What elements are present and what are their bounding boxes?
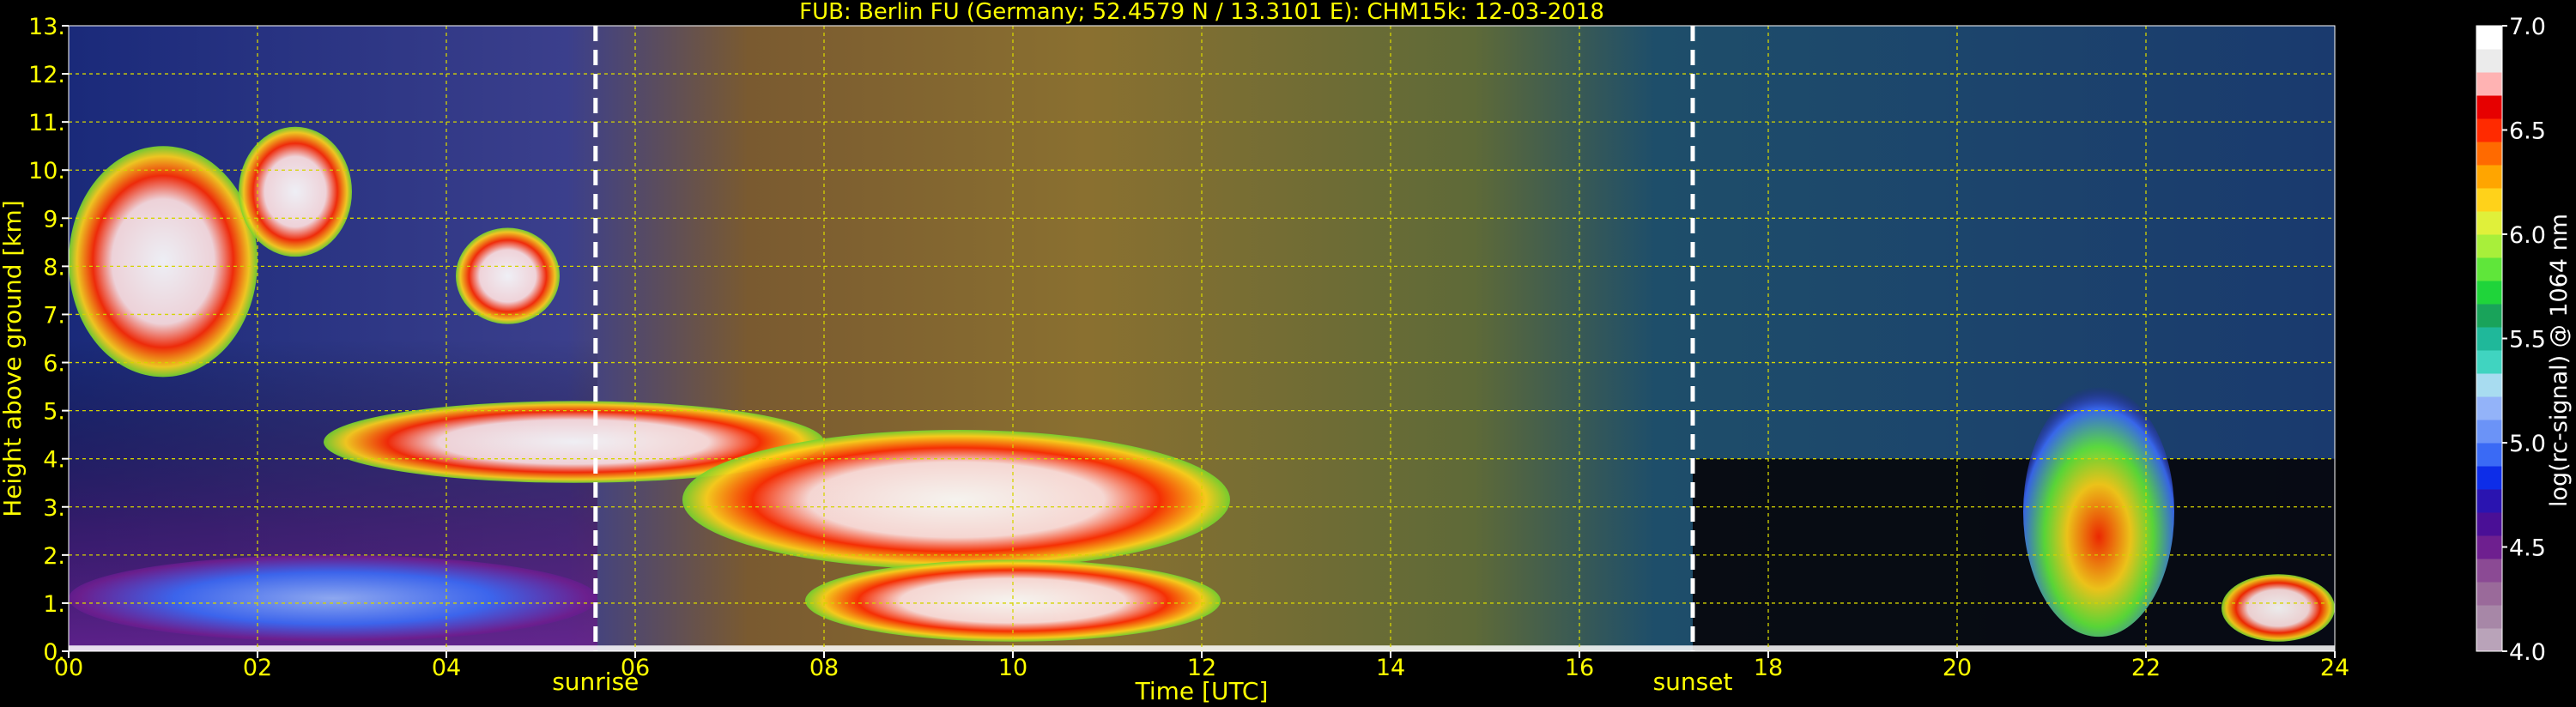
signal-feature-1 <box>239 126 352 257</box>
colorbar-swatch-4 <box>2476 535 2502 559</box>
plot-area <box>69 26 2335 651</box>
colorbar-swatch-0 <box>2476 628 2502 652</box>
marker-label-sunrise: sunrise <box>552 668 639 696</box>
colorbar-swatch-23 <box>2476 95 2502 119</box>
chart-title: FUB: Berlin FU (Germany; 52.4579 N / 13.… <box>799 0 1604 25</box>
colorbar-swatch-2 <box>2476 582 2502 606</box>
marker-label-sunset: sunset <box>1653 668 1733 696</box>
signal-feature-6 <box>69 554 597 642</box>
y-tick-label-4: 4. <box>43 447 65 474</box>
x-tick-label-2: 04 <box>432 655 461 681</box>
colorbar <box>2476 25 2503 652</box>
x-tick-label-9: 18 <box>1754 655 1783 681</box>
colorbar-swatch-26 <box>2476 26 2502 50</box>
colorbar-tick-label-6: 7.0 <box>2509 14 2546 40</box>
colorbar-swatch-11 <box>2476 373 2502 397</box>
colorbar-ticks: 4.0 4.5 5.0 5.5 6.0 6.5 7.0 <box>2502 14 2546 666</box>
x-tick-label-12: 24 <box>2320 655 2349 681</box>
y-tick-label-3: 3. <box>43 495 65 522</box>
x-tick-label-1: 02 <box>243 655 272 681</box>
signal-feature-8 <box>2221 574 2335 642</box>
colorbar-swatch-1 <box>2476 605 2502 629</box>
signal-feature-7 <box>2023 386 2174 638</box>
y-tick-label-0: 0. <box>43 639 65 666</box>
x-tick-label-8: 16 <box>1565 655 1594 681</box>
x-tick-label-4: 08 <box>809 655 839 681</box>
signal-feature-5 <box>805 559 1221 642</box>
ceilometer-chart: 00 02 04 06 08 10 12 14 16 18 20 22 24 0.1.2.3.4.5.6… <box>0 0 2573 705</box>
colorbar-swatch-14 <box>2476 304 2502 328</box>
colorbar-swatch-17 <box>2476 234 2502 258</box>
y-tick-label-13: 13. <box>28 14 65 40</box>
colorbar-swatch-7 <box>2476 466 2502 490</box>
signal-feature-4 <box>682 430 1230 570</box>
x-tick-label-5: 10 <box>998 655 1027 681</box>
colorbar-swatch-18 <box>2476 211 2502 235</box>
colorbar-tick-label-5: 6.5 <box>2509 118 2546 145</box>
colorbar-tick-label-2: 5.0 <box>2509 431 2546 457</box>
colorbar-swatch-20 <box>2476 165 2502 189</box>
colorbar-tick-label-1: 4.5 <box>2509 535 2546 562</box>
colorbar-label: log(rc-signal) @ 1064 nm <box>2546 214 2573 507</box>
y-axis-label: Height above ground [km] <box>0 200 27 517</box>
colorbar-swatch-12 <box>2476 350 2502 374</box>
y-tick-label-5: 5. <box>43 399 65 426</box>
y-tick-label-8: 8. <box>43 254 65 281</box>
colorbar-swatch-16 <box>2476 257 2502 281</box>
signal-feature-2 <box>456 227 560 324</box>
y-tick-label-2: 2. <box>43 543 65 570</box>
x-tick-label-10: 20 <box>1943 655 1972 681</box>
colorbar-swatch-21 <box>2476 142 2502 166</box>
colorbar-swatch-6 <box>2476 489 2502 513</box>
signal-feature-0 <box>69 146 258 378</box>
colorbar-tick-label-3: 5.5 <box>2509 327 2546 354</box>
colorbar-swatch-9 <box>2476 420 2502 444</box>
x-axis-label: Time [UTC] <box>1135 677 1269 705</box>
colorbar-swatch-24 <box>2476 72 2502 96</box>
y-tick-label-1: 1. <box>43 591 65 618</box>
y-tick-label-10: 10. <box>28 158 65 184</box>
y-tick-label-12: 12. <box>28 62 65 88</box>
colorbar-swatch-10 <box>2476 396 2502 420</box>
y-tick-label-6: 6. <box>43 351 65 378</box>
y-axis-ticks: 0. 1. 2. 3. 4. 5. 6. 7. 8. 9. 10. 11. 12. 13. <box>28 14 69 666</box>
colorbar-tick-label-0: 4.0 <box>2509 639 2546 666</box>
y-tick-label-9: 9. <box>43 206 65 233</box>
colorbar-swatch-13 <box>2476 327 2502 351</box>
colorbar-swatch-22 <box>2476 118 2502 142</box>
colorbar-swatch-19 <box>2476 188 2502 212</box>
y-tick-label-11: 11. <box>28 110 65 136</box>
colorbar-swatch-3 <box>2476 559 2502 583</box>
x-tick-label-11: 22 <box>2131 655 2161 681</box>
colorbar-swatch-8 <box>2476 443 2502 467</box>
y-tick-label-7: 7. <box>43 302 65 329</box>
colorbar-swatch-15 <box>2476 281 2502 305</box>
colorbar-tick-label-4: 6.0 <box>2509 222 2546 249</box>
x-tick-label-7: 14 <box>1376 655 1405 681</box>
colorbar-swatch-25 <box>2476 49 2502 73</box>
colorbar-swatch-5 <box>2476 512 2502 536</box>
